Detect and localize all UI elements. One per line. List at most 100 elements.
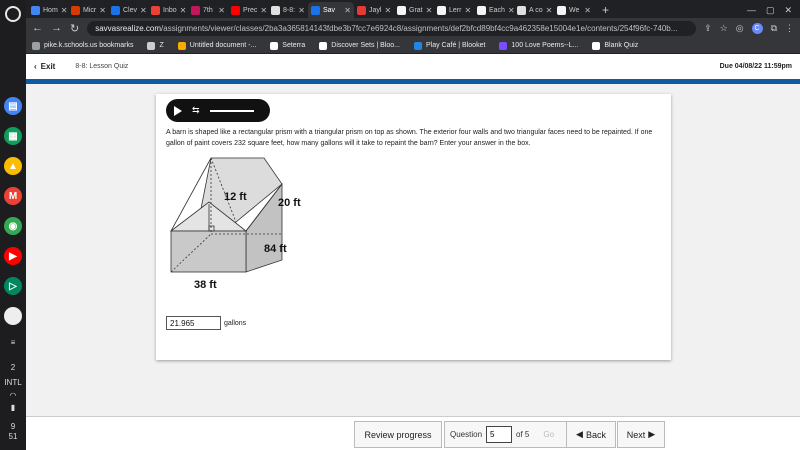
blank-app-icon[interactable] bbox=[4, 307, 22, 325]
tab-close-icon[interactable]: ✕ bbox=[344, 6, 351, 15]
clock-minute[interactable]: 51 bbox=[0, 432, 26, 441]
browser-tab[interactable]: Micr ✕ bbox=[68, 2, 108, 18]
drive-icon[interactable]: ▲ bbox=[4, 157, 22, 175]
browser-tab[interactable]: Clev ✕ bbox=[108, 2, 148, 18]
bookmark-item[interactable]: 100 Love Poems--L... bbox=[499, 41, 579, 50]
tab-close-icon[interactable]: ✕ bbox=[140, 6, 147, 15]
width-label: 38 ft bbox=[194, 279, 217, 291]
bookmark-star-icon[interactable]: ☆ bbox=[720, 23, 728, 34]
browser-tab[interactable]: Lerr ✕ bbox=[434, 2, 474, 18]
tab-close-icon[interactable]: ✕ bbox=[298, 6, 305, 15]
window-controls: — ▢ ✕ bbox=[739, 2, 800, 18]
reload-icon[interactable]: ↻ bbox=[70, 22, 79, 35]
answer-input[interactable] bbox=[166, 316, 221, 330]
profile-avatar[interactable]: C bbox=[751, 22, 763, 34]
tab-favicon-icon bbox=[151, 5, 160, 15]
browser-tab[interactable]: Each ✕ bbox=[474, 2, 514, 18]
tab-close-icon[interactable]: ✕ bbox=[61, 6, 68, 15]
extension-icon[interactable]: ◎ bbox=[736, 23, 744, 34]
exit-button[interactable]: ‹ Exit bbox=[34, 62, 55, 71]
share-icon[interactable]: ⇪ bbox=[704, 23, 712, 34]
tab-favicon-icon bbox=[517, 5, 526, 15]
notification-badge[interactable]: 2 bbox=[0, 363, 26, 372]
tab-favicon-icon bbox=[71, 5, 80, 15]
clock-hour[interactable]: 9 bbox=[0, 422, 26, 431]
battery-icon[interactable]: ▮ bbox=[0, 403, 26, 412]
audio-player[interactable]: ⇆ bbox=[166, 99, 270, 122]
arrow-right-icon: ▶ bbox=[648, 429, 656, 439]
bookmark-label: Play Café | Blooket bbox=[426, 42, 486, 49]
browser-tab[interactable]: Jayl ✕ bbox=[354, 2, 394, 18]
launcher-icon[interactable] bbox=[5, 6, 21, 22]
tab-label: Prec bbox=[243, 6, 258, 14]
browser-tab[interactable]: Grat ✕ bbox=[394, 2, 434, 18]
bookmark-item[interactable]: pike.k.schools.us bookmarks bbox=[32, 41, 133, 50]
next-button[interactable]: Next ▶ bbox=[617, 421, 665, 448]
wifi-icon[interactable]: ◠ bbox=[0, 391, 26, 400]
go-button[interactable]: Go bbox=[543, 430, 554, 439]
chrome-icon[interactable]: ◉ bbox=[4, 217, 22, 235]
tab-label: Inbo bbox=[163, 6, 177, 14]
quiz-nav-bar: Review progress Question of 5 Go ◀ Back … bbox=[26, 416, 800, 450]
tab-favicon-icon bbox=[397, 5, 406, 15]
audio-progress-track[interactable] bbox=[209, 109, 254, 112]
docs-icon[interactable]: ▤ bbox=[4, 97, 22, 115]
tab-close-icon[interactable]: ✕ bbox=[584, 6, 591, 15]
tab-close-icon[interactable]: ✕ bbox=[464, 6, 471, 15]
back-button[interactable]: ◀ Back bbox=[566, 421, 616, 448]
browser-tab[interactable]: Prec ✕ bbox=[228, 2, 268, 18]
play-store-icon[interactable]: ▷ bbox=[4, 277, 22, 295]
browser-tab[interactable]: Hom ✕ bbox=[28, 2, 68, 18]
ime-indicator[interactable]: INTL bbox=[0, 378, 26, 387]
menu-icon[interactable]: ≡ bbox=[0, 338, 26, 347]
browser-tab[interactable]: Inbo ✕ bbox=[148, 2, 188, 18]
review-progress-button[interactable]: Review progress bbox=[354, 421, 442, 448]
tab-close-icon[interactable]: ✕ bbox=[99, 6, 106, 15]
tab-favicon-icon bbox=[271, 5, 280, 15]
bookmark-item[interactable]: Z bbox=[147, 41, 164, 50]
gmail-icon[interactable]: M bbox=[4, 187, 22, 205]
question-text: A barn is shaped like a rectangular pris… bbox=[166, 129, 653, 147]
browser-tab[interactable]: A co ✕ bbox=[514, 2, 554, 18]
bookmark-label: Untitled document -... bbox=[189, 42, 257, 49]
bookmark-item[interactable]: Blank Quiz bbox=[592, 41, 638, 50]
question-navigator: Question of 5 Go bbox=[444, 421, 570, 448]
kebab-menu-icon[interactable]: ⋮ bbox=[785, 23, 794, 34]
bookmark-item[interactable]: Discover Sets | Bloo... bbox=[319, 41, 400, 50]
bookmark-label: 100 Love Poems--L... bbox=[511, 42, 579, 49]
browser-tab[interactable]: Sav ✕ bbox=[308, 2, 354, 18]
browser-tab[interactable]: 8-8: ✕ bbox=[268, 2, 308, 18]
question-total: of 5 bbox=[516, 430, 530, 439]
bookmark-item[interactable]: Untitled document -... bbox=[177, 41, 257, 50]
tab-close-icon[interactable]: ✕ bbox=[218, 6, 225, 15]
play-icon[interactable] bbox=[174, 105, 182, 116]
question-label: Question bbox=[450, 430, 483, 439]
address-bar[interactable]: savvasrealize.com/assignments/viewer/cla… bbox=[87, 20, 697, 36]
question-number-input[interactable] bbox=[486, 426, 513, 443]
tab-strip: Hom ✕ Micr ✕ Clev ✕ Inbo ✕ 7th ✕ Prec ✕ 8-8: ✕ Sav ✕ Jay… bbox=[26, 0, 800, 18]
bookmark-favicon-icon bbox=[414, 41, 422, 50]
maximize-icon[interactable]: ▢ bbox=[766, 2, 775, 18]
bookmarks-bar: pike.k.schools.us bookmarks Z Untitled doc… bbox=[26, 38, 800, 54]
bookmark-label: Discover Sets | Bloo... bbox=[331, 42, 400, 49]
puzzle-icon[interactable]: ⧉ bbox=[771, 23, 777, 34]
bookmark-item[interactable]: Play Café | Blooket bbox=[414, 41, 486, 50]
tab-close-icon[interactable]: ✕ bbox=[180, 6, 187, 15]
forward-arrow-icon[interactable]: → bbox=[51, 22, 62, 34]
bookmark-item[interactable]: Seterra bbox=[270, 41, 305, 50]
tab-label: Micr bbox=[83, 6, 97, 14]
tab-close-icon[interactable]: ✕ bbox=[546, 6, 553, 15]
tab-close-icon[interactable]: ✕ bbox=[426, 6, 433, 15]
back-arrow-icon[interactable]: ← bbox=[32, 22, 43, 34]
new-tab-button[interactable]: + bbox=[594, 2, 617, 18]
tab-favicon-icon bbox=[477, 5, 486, 15]
close-window-icon[interactable]: ✕ bbox=[784, 2, 792, 18]
sheets-icon[interactable]: ▦ bbox=[4, 127, 22, 145]
tab-close-icon[interactable]: ✕ bbox=[384, 6, 391, 15]
browser-tab[interactable]: 7th ✕ bbox=[188, 2, 228, 18]
youtube-icon[interactable]: ▶ bbox=[4, 247, 22, 265]
tab-close-icon[interactable]: ✕ bbox=[260, 6, 267, 15]
minimize-icon[interactable]: — bbox=[747, 2, 756, 18]
speed-icon[interactable]: ⇆ bbox=[192, 105, 200, 116]
browser-tab[interactable]: We ✕ bbox=[554, 2, 594, 18]
